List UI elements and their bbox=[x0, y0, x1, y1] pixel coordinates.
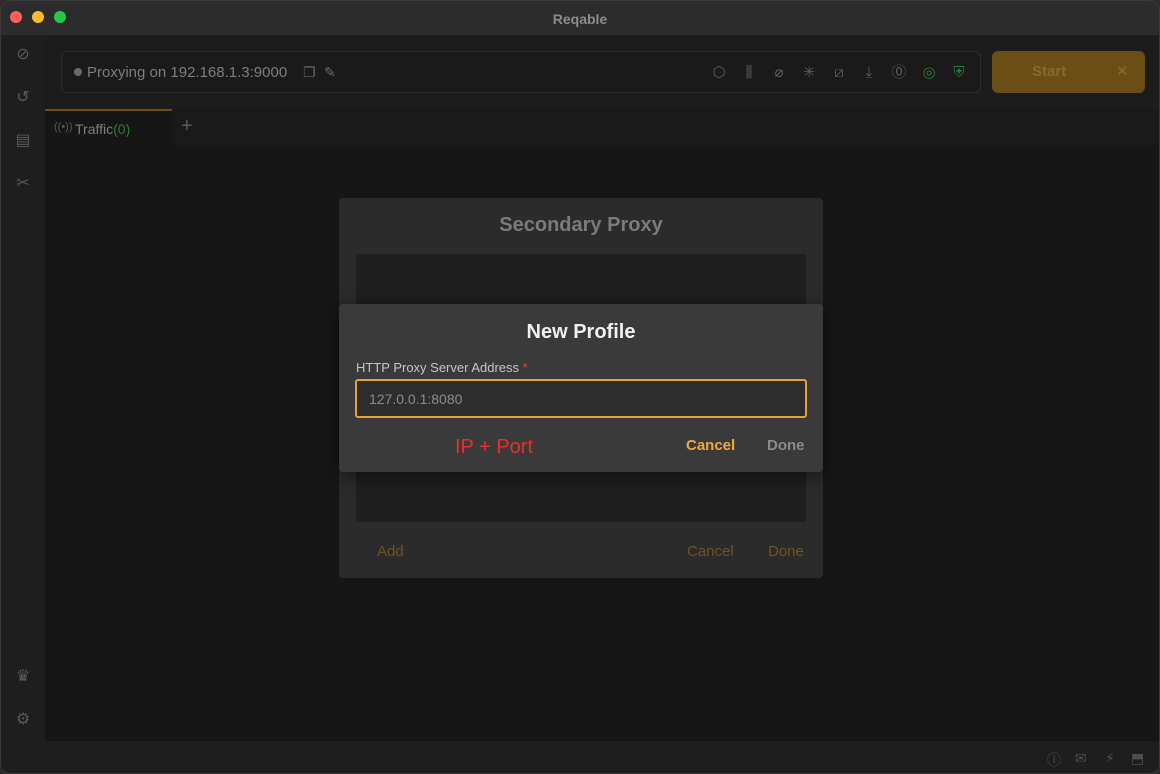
ip-port-annotation: IP + Port bbox=[455, 436, 534, 458]
block-icon[interactable]: ⧄ bbox=[829, 63, 849, 83]
trash-icon[interactable]: ✕ bbox=[1116, 62, 1129, 80]
left-rail: ⊘ ↺ ▤ ✂ ♛ ⚙ ▥ bbox=[1, 35, 45, 773]
required-mark: * bbox=[522, 360, 528, 375]
secondary-cancel-button[interactable]: Cancel bbox=[687, 543, 734, 560]
copy-icon[interactable]: ❐ bbox=[303, 64, 316, 81]
tab-traffic-count: (0) bbox=[113, 121, 131, 137]
crown-icon[interactable]: ♛ bbox=[13, 667, 33, 687]
download-icon[interactable]: ⤓ bbox=[859, 63, 879, 83]
proxy-status-text: Proxying on 192.168.1.3:9000 bbox=[87, 64, 288, 81]
tab-bar: ((•)) Traffic(0) + bbox=[45, 109, 1159, 145]
ssl-icon[interactable]: ⬡ bbox=[709, 63, 729, 83]
history-icon[interactable]: ↺ bbox=[13, 88, 33, 108]
lightning-icon[interactable]: ⚡ bbox=[1105, 750, 1115, 767]
help-icon[interactable]: ⓘ bbox=[1047, 750, 1061, 770]
secondary-proxy-title: Secondary Proxy bbox=[499, 214, 663, 236]
cancel-button[interactable]: Cancel bbox=[686, 437, 735, 454]
proxy-address-input[interactable] bbox=[355, 379, 807, 418]
broadcast-icon: ((•)) bbox=[54, 121, 73, 133]
proxy-status-bar: Proxying on 192.168.1.3:9000 ❐ ✎ ⬡ ⫼ ⌀ ✳… bbox=[61, 51, 981, 93]
settings-icon[interactable]: ⚙ bbox=[13, 710, 33, 730]
new-profile-title: New Profile bbox=[526, 321, 636, 343]
add-tab-icon[interactable]: + bbox=[181, 115, 193, 138]
debug-icon[interactable]: ✳ bbox=[799, 63, 819, 83]
window-title: Reqable bbox=[552, 11, 608, 27]
network-icon[interactable]: ◎ bbox=[919, 63, 939, 83]
breakpoint-icon[interactable]: ⫼ bbox=[739, 63, 759, 83]
add-profile-button[interactable]: Add bbox=[377, 543, 404, 560]
done-button[interactable]: Done bbox=[767, 437, 805, 454]
layout-icon[interactable]: ⬒ bbox=[1131, 750, 1144, 767]
collections-icon[interactable]: ▤ bbox=[13, 131, 33, 151]
capture-icon[interactable]: ⊘ bbox=[13, 45, 33, 65]
title-bar: Reqable bbox=[1, 1, 1159, 35]
script-disable-icon[interactable]: ⌀ bbox=[769, 63, 789, 83]
status-bar: ⓘ ✉ ⚡ ⬒ bbox=[1, 741, 1159, 773]
tools-icon[interactable]: ✂ bbox=[13, 174, 33, 194]
timer-icon[interactable]: ⓪ bbox=[889, 63, 909, 83]
app-window: Reqable ⊘ ↺ ▤ ✂ ♛ ⚙ ▥ Proxying on 192.16… bbox=[0, 0, 1160, 774]
status-dot bbox=[74, 68, 82, 76]
toolbar: Proxying on 192.168.1.3:9000 ❐ ✎ ⬡ ⫼ ⌀ ✳… bbox=[45, 35, 1159, 109]
edit-icon[interactable]: ✎ bbox=[324, 64, 336, 81]
tab-traffic-label: Traffic(0) bbox=[75, 121, 131, 137]
feedback-icon[interactable]: ✉ bbox=[1075, 750, 1087, 767]
secondary-done-button[interactable]: Done bbox=[768, 543, 804, 560]
start-label: Start bbox=[1032, 63, 1067, 80]
new-profile-dialog: New Profile HTTP Proxy Server Address * … bbox=[339, 304, 823, 472]
shield-icon[interactable]: ⛨ bbox=[949, 63, 969, 83]
start-button[interactable]: Start ✕ bbox=[992, 51, 1145, 93]
tab-traffic[interactable]: ((•)) Traffic(0) bbox=[45, 109, 172, 145]
proxy-address-label: HTTP Proxy Server Address * bbox=[356, 360, 528, 375]
